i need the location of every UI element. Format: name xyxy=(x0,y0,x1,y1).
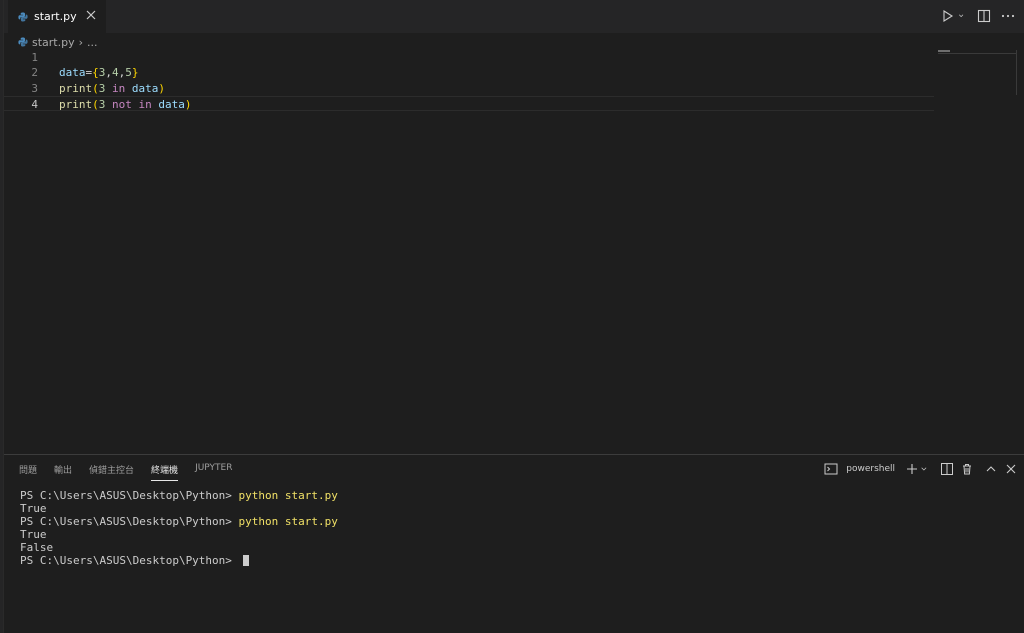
terminal-line: True xyxy=(20,528,338,541)
close-icon[interactable] xyxy=(84,8,98,22)
bottom-panel: 問題 輸出 偵錯主控台 終端機 JUPYTER powershell PS C:… xyxy=(4,454,1024,633)
code-editor[interactable]: 1 2 data={3,4,5} 3 print(3 in data) 4 pr… xyxy=(4,50,1024,452)
code-token: print xyxy=(59,82,93,95)
terminal-line: PS C:\Users\ASUS\Desktop\Python> xyxy=(20,554,338,567)
terminal-line: True xyxy=(20,502,338,515)
shell-label[interactable]: powershell xyxy=(846,464,895,474)
code-text: print(3 not in data) xyxy=(59,97,192,111)
tab-label: start.py xyxy=(34,10,77,23)
code-token: print xyxy=(59,98,93,111)
terminal-prompt: PS C:\Users\ASUS\Desktop\Python> xyxy=(20,554,239,567)
close-icon[interactable] xyxy=(1004,462,1018,476)
run-icon[interactable] xyxy=(940,8,956,24)
terminal-line: PS C:\Users\ASUS\Desktop\Python> python … xyxy=(20,515,338,528)
chevron-up-icon[interactable] xyxy=(984,462,998,476)
code-token: in xyxy=(112,82,126,95)
code-line-current: 4 print(3 not in data) xyxy=(4,96,934,111)
panel-tabs: 問題 輸出 偵錯主控台 終端機 JUPYTER xyxy=(19,463,232,481)
terminal-cursor xyxy=(242,555,249,566)
code-line: 2 data={3,4,5} xyxy=(4,65,934,80)
line-number: 4 xyxy=(31,98,38,111)
code-token: ( xyxy=(92,98,99,111)
split-terminal-icon[interactable] xyxy=(940,462,954,476)
chevron-down-icon[interactable] xyxy=(958,8,968,24)
terminal-output-text: True xyxy=(20,528,47,541)
code-token: ) xyxy=(158,82,165,95)
panel-actions: powershell xyxy=(824,462,1018,476)
editor-scrollbar[interactable] xyxy=(1016,50,1024,95)
trash-icon[interactable] xyxy=(960,462,974,476)
code-text: data={3,4,5} xyxy=(59,65,139,80)
code-token: data xyxy=(59,66,86,79)
code-token: ) xyxy=(184,98,192,111)
tab-terminal[interactable]: 終端機 xyxy=(151,463,179,481)
add-terminal-icon[interactable] xyxy=(905,462,919,476)
terminal-output[interactable]: PS C:\Users\ASUS\Desktop\Python> python … xyxy=(20,489,338,567)
code-token: 5 xyxy=(125,66,132,79)
terminal-command: python start.py xyxy=(238,515,338,528)
terminal-prompt: PS C:\Users\ASUS\Desktop\Python> xyxy=(20,489,239,502)
line-number: 2 xyxy=(31,66,38,79)
code-token: { xyxy=(92,66,99,79)
breadcrumb-file[interactable]: start.py xyxy=(32,36,75,49)
split-editor-icon[interactable] xyxy=(976,8,992,24)
code-token: } xyxy=(131,66,139,79)
editor-tab-start-py[interactable]: start.py xyxy=(8,0,106,33)
python-file-icon xyxy=(18,37,28,47)
terminal-output-text: False xyxy=(20,541,54,554)
python-file-icon xyxy=(18,12,28,21)
chevron-down-icon[interactable] xyxy=(921,462,930,476)
tab-bar: start.py xyxy=(4,0,1024,33)
tab-output[interactable]: 輸出 xyxy=(54,463,72,481)
code-token: in xyxy=(138,98,152,111)
breadcrumb: start.py › ... xyxy=(18,33,98,51)
minimap-slider[interactable] xyxy=(938,50,950,52)
line-number: 1 xyxy=(31,51,38,64)
code-text: print(3 in data) xyxy=(59,81,165,96)
terminal-prompt: PS C:\Users\ASUS\Desktop\Python> xyxy=(20,515,239,528)
terminal-line: False xyxy=(20,541,338,554)
terminal-command: python start.py xyxy=(238,489,338,502)
tab-debug-console[interactable]: 偵錯主控台 xyxy=(89,463,134,481)
tab-jupyter[interactable]: JUPYTER xyxy=(195,463,232,481)
minimap[interactable] xyxy=(938,50,1016,54)
terminal-line: PS C:\Users\ASUS\Desktop\Python> python … xyxy=(20,489,338,502)
terminal-icon xyxy=(824,463,838,475)
breadcrumb-separator: › xyxy=(78,35,84,49)
more-actions-icon[interactable] xyxy=(1000,8,1016,24)
line-number: 3 xyxy=(31,82,38,95)
code-token: 4 xyxy=(112,66,119,79)
minimap-line xyxy=(938,53,1016,54)
code-line: 1 xyxy=(4,50,934,65)
code-token: not xyxy=(112,98,132,111)
code-token: data xyxy=(158,98,185,111)
code-token: , xyxy=(105,66,112,79)
breadcrumb-ellipsis[interactable]: ... xyxy=(87,36,98,49)
code-line: 3 print(3 in data) xyxy=(4,81,934,96)
tab-problems[interactable]: 問題 xyxy=(19,463,37,481)
editor-actions xyxy=(940,8,1016,24)
code-token: ( xyxy=(92,82,99,95)
code-token: data xyxy=(131,82,159,95)
terminal-output-text: True xyxy=(20,502,47,515)
